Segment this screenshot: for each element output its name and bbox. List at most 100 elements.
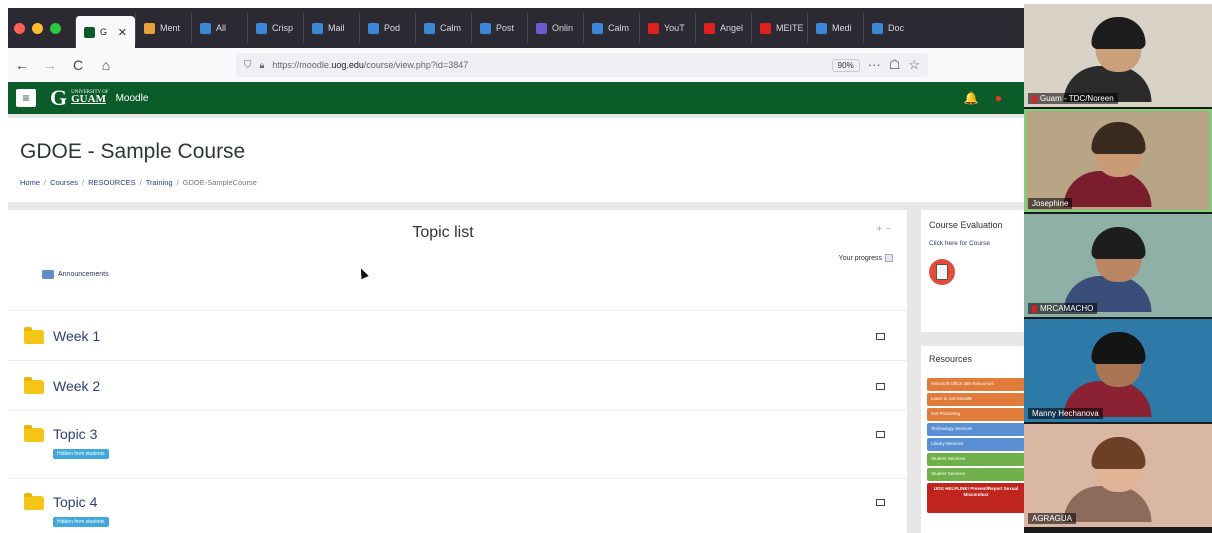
course-evaluation-link[interactable]: Click here for Course [929,240,1023,247]
logo-moodle: Moodle [115,92,149,104]
browser-tab[interactable]: Post [471,13,527,43]
participant-name: Josephine [1032,199,1069,208]
notification-bell-icon[interactable]: 🔔 [964,91,979,105]
user-menu-icon[interactable]: ● [995,91,1002,105]
browser-tab[interactable]: Calm [583,13,639,43]
muted-mic-icon [1032,304,1037,313]
participant-video-tile[interactable]: AGRAGUA [1024,424,1212,527]
progress-help-icon[interactable] [885,254,893,262]
page-content: GDOE - Sample Course Home / Courses / RE… [8,114,1024,533]
section-link[interactable]: Week 2 [53,378,100,394]
breadcrumb-current: GDOE-SampleCourse [182,178,257,187]
tab-label: Crisp [272,23,294,33]
participant-video-tile[interactable]: Josephine [1024,109,1212,212]
tab-favicon-icon [760,22,771,34]
browser-tab[interactable]: Crisp [247,13,303,43]
resource-button[interactable]: Library Services [927,438,1024,451]
hidden-from-students-badge: Hidden from students [53,517,109,527]
resource-button[interactable]: UOG HELPLINE! Prevent/Report Sexual Misc… [927,483,1024,513]
section-link[interactable]: Week 1 [53,328,100,344]
browser-tab[interactable]: Doc [863,13,919,43]
uog-logo[interactable]: G UNIVERSITY OF GUAM Moodle [50,85,148,111]
bookmark-star-icon[interactable]: ☆ [908,57,920,73]
navbar-right: 🔔 ● [964,91,1002,105]
breadcrumb-training[interactable]: Training [146,178,173,187]
resource-button[interactable]: Get Proctoring [927,408,1024,421]
url-bar[interactable]: ⛉ 🔒︎ https://moodle.uog.edu/course/view.… [236,53,928,77]
course-evaluation-block: Course Evaluation Click here for Course [921,210,1024,332]
tab-label: Pod [384,23,401,33]
completion-checkbox[interactable] [876,431,885,438]
resource-button[interactable]: Student Services [927,453,1024,466]
participant-name: AGRAGUA [1032,514,1073,523]
browser-tab[interactable]: Angel [695,13,751,43]
browser-tab[interactable]: Pod [359,13,415,43]
browser-tab[interactable]: MEITE [751,13,807,43]
course-evaluation-title: Course Evaluation [929,220,1003,230]
resource-button[interactable]: Learn to use Moodle [927,393,1024,406]
course-section: Topic 3 Hidden from students [8,410,907,478]
announcements-link[interactable]: Announcements [42,270,109,279]
participant-hair [1091,17,1145,49]
shield-icon[interactable]: ⛉ [244,60,252,71]
home-button[interactable]: ⌂ [98,57,114,73]
browser-tab[interactable]: Calm [415,13,471,43]
browser-tab[interactable]: Mail [303,13,359,43]
expand-collapse-controls[interactable]: + − [877,224,891,235]
browser-tab[interactable]: Medi [807,13,863,43]
back-button[interactable]: ← [14,57,30,73]
tab-label: Post [496,23,515,33]
participant-avatar [1063,17,1152,102]
breadcrumb-courses[interactable]: Courses [50,178,78,187]
tab-favicon-icon [872,22,883,34]
browser-tab[interactable]: G ✕ [75,16,135,48]
browser-tab[interactable]: Ment [135,13,191,43]
participant-video-tile[interactable]: Manny Hechanova [1024,319,1212,422]
page-actions-icon[interactable]: ··· [868,57,881,73]
tab-favicon-icon [200,22,211,34]
maximize-window-button[interactable] [50,22,61,34]
completion-checkbox[interactable] [876,333,885,340]
participant-hair [1091,437,1145,469]
menu-button[interactable]: ≡ [16,89,36,107]
participant-name-tag: MRCAMACHO [1028,303,1098,314]
browser-tab[interactable]: Onlin [527,13,583,43]
reload-button[interactable]: C [70,57,86,73]
url-actions: ··· ☖ ☆ [868,57,920,73]
tab-favicon-icon [816,22,827,34]
nav-bar: ← → C ⌂ ⛉ 🔒︎ https://moodle.uog.edu/cour… [8,48,1024,82]
minimize-window-button[interactable] [32,22,43,34]
resource-button[interactable]: Microsoft Office 365 Resources [927,378,1024,391]
participant-face [1091,332,1145,387]
breadcrumb-home[interactable]: Home [20,178,40,187]
participant-name-tag: Manny Hechanova [1028,408,1103,419]
course-sections: Week 1 Week 2 Topic 3 Hidden from students T… [8,310,907,533]
tab-label: Mail [328,23,345,33]
zoom-level[interactable]: 90% [831,58,860,72]
participant-face [1091,17,1145,72]
breadcrumb-resources[interactable]: RESOURCES [88,178,136,187]
resource-button[interactable]: Student Services [927,468,1024,481]
completion-checkbox[interactable] [876,499,885,506]
section-header: Topic 3 [24,425,907,442]
clipboard-icon[interactable] [929,259,955,285]
participant-avatar [1063,437,1152,522]
browser-tab[interactable]: YouT [639,13,695,43]
pocket-icon[interactable]: ☖ [889,57,901,73]
resource-button[interactable]: Technology Services [927,423,1024,436]
page-header: GDOE - Sample Course Home / Courses / RE… [8,118,1024,202]
participant-video-tile[interactable]: Guam - TDC/Noreen [1024,4,1212,107]
forward-button[interactable]: → [42,57,58,73]
close-window-button[interactable] [14,22,25,34]
tab-bar: G ✕ Ment All Crisp Mail Pod Calm Post Onlin Calm Yo… [8,8,1024,48]
close-tab-icon[interactable]: ✕ [118,26,127,39]
section-link[interactable]: Topic 3 [53,426,97,442]
browser-tab[interactable]: All [191,13,247,43]
section-link[interactable]: Topic 4 [53,494,97,510]
completion-checkbox[interactable] [876,383,885,390]
tab-label: Doc [888,23,905,33]
folder-icon [24,327,44,344]
participant-video-tile[interactable]: MRCAMACHO [1024,214,1212,317]
logo-g: G [50,85,68,110]
resources-title: Resources [929,354,973,364]
